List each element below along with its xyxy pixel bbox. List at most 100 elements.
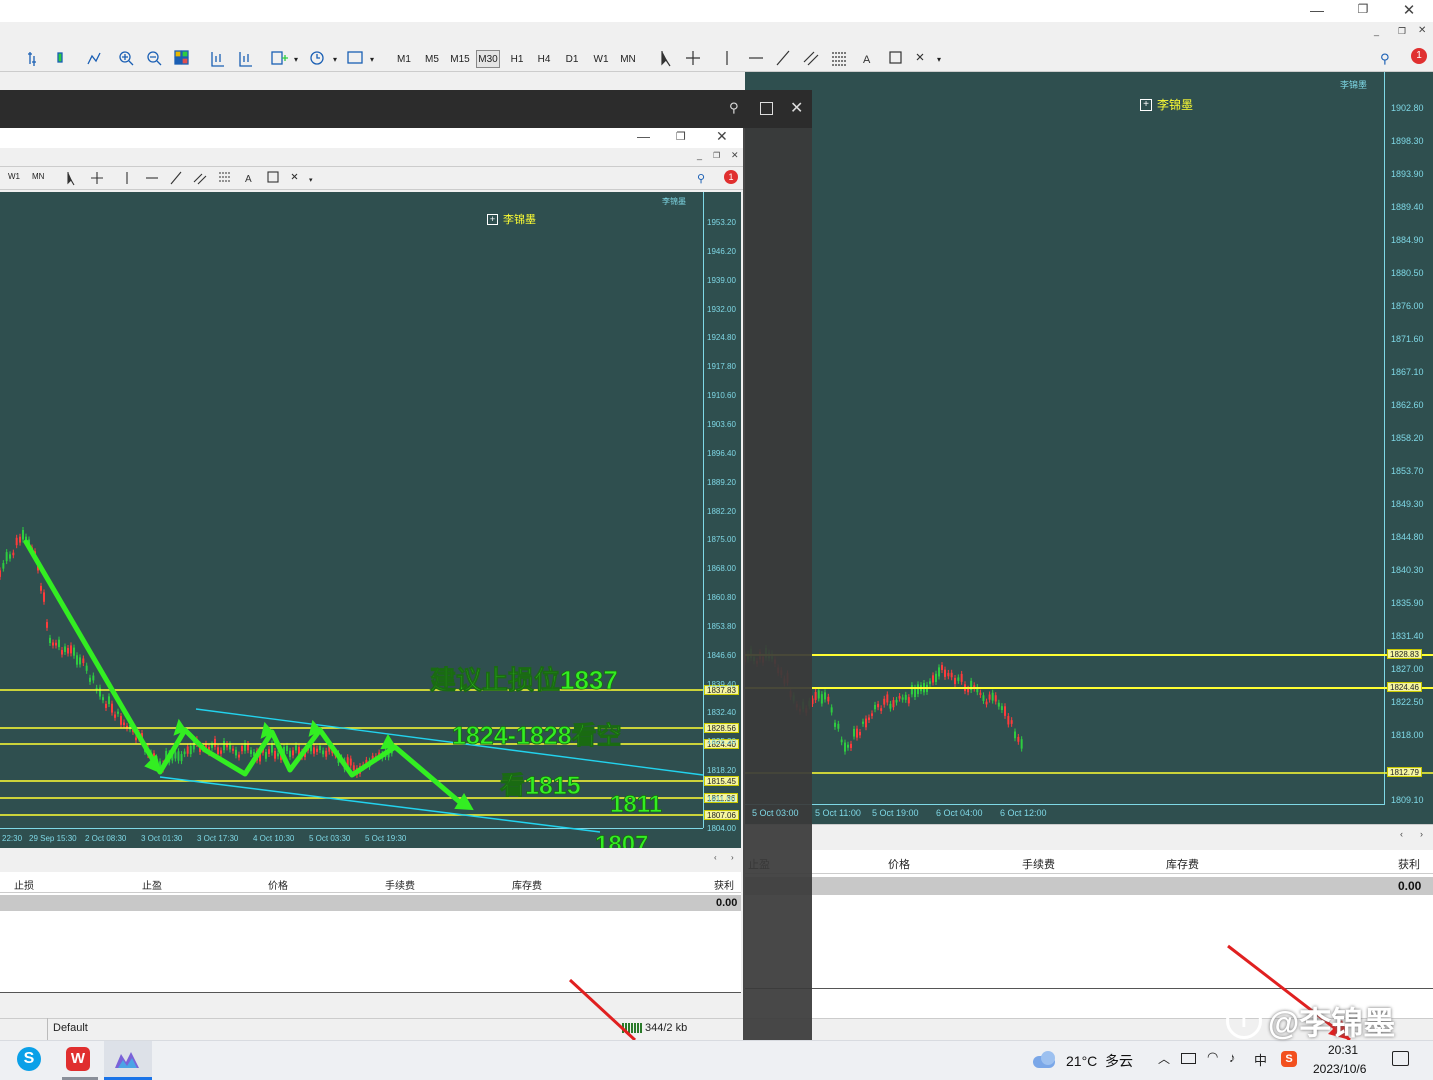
inner-balance-row (0, 895, 741, 911)
tf-mn[interactable]: MN (618, 50, 638, 68)
volume-icon[interactable]: ♪ (1229, 1050, 1236, 1065)
inner-price-tick: 1860.80 (707, 593, 736, 603)
main-price-tag: 1824.46 (1387, 682, 1422, 692)
tf-d1[interactable]: D1 (563, 50, 581, 68)
inner-price-tick: 1882.20 (707, 506, 736, 516)
brand-handle: @李锦墨 (1268, 1005, 1396, 1041)
battery-icon[interactable] (1181, 1053, 1196, 1064)
tf-h4[interactable]: H4 (535, 50, 553, 68)
inner-terminal-header (0, 873, 741, 893)
notification-badge[interactable]: 1 (1411, 48, 1427, 64)
mdi-restore-icon[interactable]: ❐ (1398, 26, 1406, 37)
scroll-right-icon[interactable]: › (1420, 829, 1423, 839)
tf-m30[interactable]: M30 (476, 50, 500, 68)
main-price-tick: 1809.10 (1391, 795, 1424, 805)
inner-mdi-restore-icon[interactable]: ❐ (713, 151, 720, 160)
shapes-icon (916, 53, 924, 61)
main-price-tick: 1827.00 (1391, 664, 1424, 674)
col-take-profit[interactable]: 止盈 (142, 877, 162, 892)
annotation-target-1807: 1807 (595, 831, 648, 848)
skype-icon[interactable]: S (17, 1047, 41, 1071)
text-tool-icon: A (863, 54, 871, 66)
tf-h1[interactable]: H1 (508, 50, 526, 68)
inner-minimize-icon[interactable]: — (637, 129, 650, 144)
inner-price-tick: 1939.00 (707, 275, 736, 285)
col-commission[interactable]: 手续费 (1022, 856, 1055, 872)
scroll-left-icon[interactable]: ‹ (1400, 829, 1403, 839)
overlay-close-icon[interactable]: ✕ (790, 98, 803, 118)
inner-price-tag: 1807.06 (704, 810, 739, 820)
col-profit[interactable]: 获利 (1398, 856, 1420, 872)
mdi-close-icon[interactable]: ✕ (1418, 25, 1426, 36)
inner-price-tick: 1825.20 (707, 737, 736, 747)
inner-profit-value: 0.00 (716, 897, 738, 909)
maximize-icon[interactable] (760, 102, 773, 115)
restore-icon[interactable]: ❐ (1354, 2, 1372, 18)
main-time-tick: 5 Oct 11:00 (815, 808, 861, 818)
col-stop-loss[interactable]: 止损 (14, 877, 34, 892)
inner-price-tick: 1846.60 (707, 650, 736, 660)
inner-scroll-left-icon[interactable]: ‹ (714, 853, 717, 862)
weather-text[interactable]: 21°C 多云 (1066, 1051, 1133, 1071)
main-price-tag: 1828.83 (1387, 649, 1422, 659)
tf-w1[interactable]: W1 (591, 50, 611, 68)
inner-notification-badge[interactable]: 1 (724, 170, 738, 184)
col-profit[interactable]: 获利 (714, 877, 734, 892)
tf-m5[interactable]: M5 (423, 50, 441, 68)
close-icon[interactable]: ✕ (1400, 1, 1418, 19)
metatrader-icon (115, 1052, 139, 1068)
forecast-arrow-path (23, 539, 465, 807)
clock-date[interactable]: 2023/10/6 (1313, 1062, 1366, 1076)
wifi-icon[interactable]: ◠ (1207, 1049, 1218, 1065)
search-icon[interactable]: ⚲ (1380, 51, 1390, 67)
col-swap[interactable]: 库存费 (1166, 856, 1199, 872)
status-profile: Default (53, 1022, 88, 1034)
inner-trendline-icon (170, 171, 182, 185)
wps-icon[interactable]: W (66, 1047, 90, 1071)
inner-tf-mn[interactable]: MN (32, 172, 44, 181)
col-swap[interactable]: 库存费 (512, 877, 542, 892)
inner-time-tick: 29 Sep 15:30 (29, 834, 77, 843)
minimize-icon[interactable]: — (1308, 2, 1326, 18)
inner-price-tick: 1917.80 (707, 362, 736, 372)
pin-icon[interactable]: ⚲ (729, 100, 739, 116)
inner-close-icon[interactable]: ✕ (716, 128, 728, 145)
main-price-tick: 1840.30 (1391, 565, 1424, 575)
main-price-tick: 1818.00 (1391, 730, 1424, 740)
col-commission[interactable]: 手续费 (385, 877, 415, 892)
inner-mdi-minimize-icon[interactable]: _ (697, 150, 702, 160)
col-price[interactable]: 价格 (268, 877, 288, 892)
main-price-tick: 1889.40 (1391, 202, 1424, 212)
mdi-minimize-icon[interactable]: _ (1374, 26, 1379, 36)
tf-m15[interactable]: M15 (449, 50, 471, 68)
new-order-icon (271, 51, 283, 65)
inner-time-tick: 3 Oct 01:30 (141, 834, 183, 843)
clock-time[interactable]: 20:31 (1328, 1043, 1358, 1057)
col-price[interactable]: 价格 (888, 856, 910, 872)
tf-m1[interactable]: M1 (395, 50, 413, 68)
tray-expand-icon[interactable]: ︿ (1158, 1050, 1170, 1067)
main-price-tick: 1902.80 (1391, 103, 1424, 113)
inner-restore-icon[interactable]: ❐ (676, 130, 686, 143)
inner-tf-w1[interactable]: W1 (8, 172, 20, 181)
inner-price-tick: 1853.80 (707, 621, 736, 631)
main-price-tick: 1858.20 (1391, 433, 1424, 443)
main-chart-scroll[interactable] (745, 824, 1433, 848)
crosshair-icon (686, 51, 700, 65)
inner-mdi-close-icon[interactable]: ✕ (731, 150, 739, 161)
weather-cloud-icon[interactable] (1033, 1050, 1059, 1070)
inner-price-tick: 1903.60 (707, 419, 736, 429)
ime-indicator[interactable]: 中 (1254, 1050, 1267, 1069)
sogou-ime-icon[interactable]: S (1281, 1051, 1297, 1067)
red-arrow-left (568, 978, 637, 1040)
notification-center-icon[interactable] (1392, 1051, 1409, 1066)
inner-scroll-right-icon[interactable]: › (731, 853, 734, 862)
inner-label-icon (267, 171, 279, 183)
inner-search-icon[interactable]: ⚲ (697, 172, 705, 185)
main-price-tick: 1884.90 (1391, 235, 1424, 245)
line-chart-icon (87, 52, 101, 65)
inner-chart-scroll[interactable] (0, 850, 743, 870)
main-profit-value: 0.00 (1398, 879, 1422, 893)
inner-time-tick: 5 Oct 03:30 (309, 834, 351, 843)
main-price-tag: 1812.79 (1387, 767, 1422, 777)
